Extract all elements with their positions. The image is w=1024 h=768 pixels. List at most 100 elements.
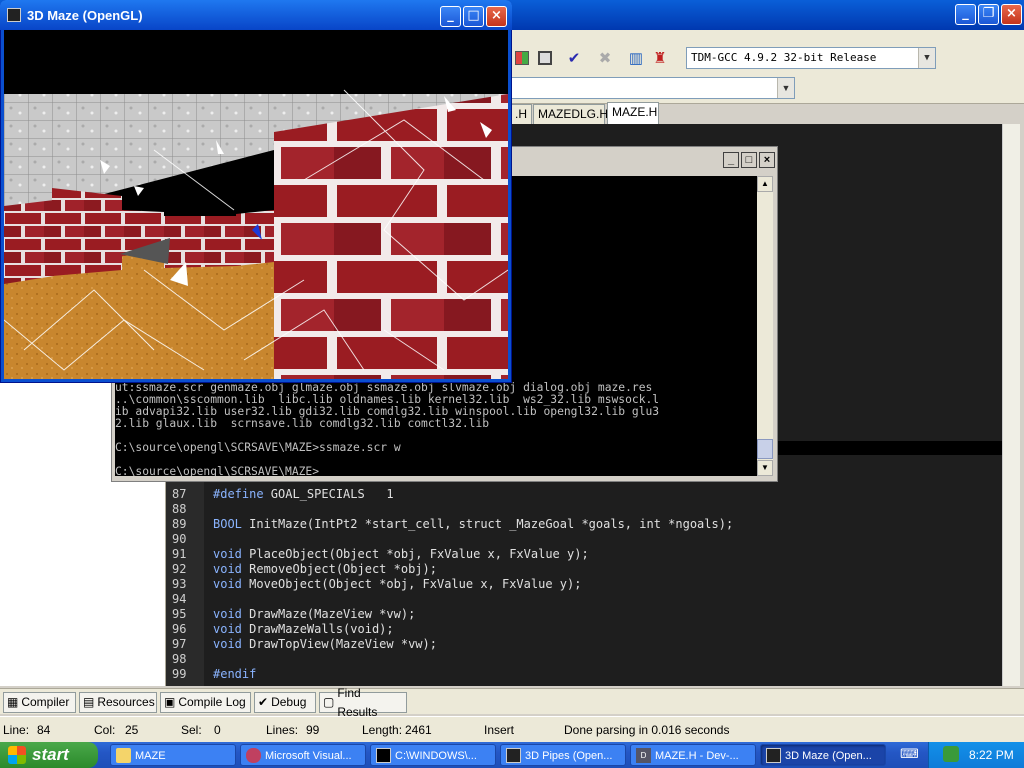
console-maximize-button[interactable]: □ — [741, 152, 757, 168]
tile-icon[interactable] — [534, 47, 556, 69]
status-lines-label: Lines: — [266, 723, 299, 737]
code-rest: PlaceObject(Object *obj, FxValue x, FxVa… — [249, 547, 589, 561]
log-icon: ▣ — [164, 695, 176, 709]
tab-label: MAZE.H — [612, 105, 658, 119]
console-line: C:\source\opengl\SCRSAVE\MAZE> — [115, 465, 320, 477]
tab-label: .H — [515, 107, 527, 121]
system-tray: 8:22 PM — [928, 742, 1024, 768]
task-3d-pipes[interactable]: 3D Pipes (Open... — [500, 744, 626, 766]
console-icon — [376, 748, 391, 763]
tab-label: Debug — [271, 695, 307, 709]
tab-h[interactable]: .H — [510, 104, 532, 124]
code-line[interactable]: 95 void DrawMaze(MazeView *vw); — [166, 607, 1002, 622]
resources-icon: ▤ — [83, 695, 95, 709]
check-icon: ✔ — [258, 695, 269, 709]
code-line[interactable]: 90 — [166, 532, 1002, 547]
task-3d-maze[interactable]: 3D Maze (Open... — [760, 744, 886, 766]
task-command-prompt[interactable]: C:\WINDOWS\... — [370, 744, 496, 766]
code-line[interactable]: 88 — [166, 502, 1002, 517]
function-select[interactable]: ▼ — [510, 77, 795, 99]
code-text: void DrawMaze(MazeView *vw); — [213, 607, 415, 622]
code-rest: MoveObject(Object *obj, FxValue x, FxVal… — [249, 577, 582, 591]
grid-icon[interactable] — [511, 47, 533, 69]
cross-icon[interactable]: ✖ — [594, 47, 616, 69]
code-line[interactable]: 96 void DrawMazeWalls(void); — [166, 622, 1002, 637]
dev-cpp-icon: D — [636, 748, 651, 763]
line-number: 89 — [172, 517, 187, 531]
keyboard-icon[interactable]: ⌨ — [900, 746, 919, 764]
profile-icon[interactable]: ♜ — [649, 47, 671, 69]
console-minimize-button[interactable]: _ — [723, 152, 739, 168]
code-text: void DrawTopView(MazeView *vw); — [213, 637, 437, 652]
task-visual-studio[interactable]: Microsoft Visual... — [240, 744, 366, 766]
code-line[interactable]: 89 BOOL InitMaze(IntPt2 *start_cell, stru… — [166, 517, 1002, 532]
scroll-down-icon[interactable]: ▼ — [757, 460, 773, 476]
maze-close-button[interactable]: × — [486, 6, 507, 27]
line-number: 92 — [172, 562, 187, 576]
start-button[interactable]: start — [0, 742, 98, 768]
compiler-select[interactable]: TDM-GCC 4.9.2 32-bit Release ▼ — [686, 47, 936, 69]
scroll-up-icon[interactable]: ▲ — [757, 176, 773, 192]
tab-label: Compiler — [21, 695, 70, 709]
tab-maze-h[interactable]: MAZE.H — [607, 102, 659, 124]
status-sel-label: Sel: — [181, 723, 202, 737]
ide-maximize-button[interactable]: ❐ — [978, 4, 999, 25]
console-close-button[interactable]: × — [759, 152, 775, 168]
tab-compile-log[interactable]: ▣ Compile Log — [160, 692, 251, 713]
maze-minimize-button[interactable]: _ — [440, 6, 461, 27]
network-icon[interactable] — [943, 746, 959, 762]
code-line[interactable]: 97 void DrawTopView(MazeView *vw); — [166, 637, 1002, 652]
maze-icon — [766, 748, 781, 763]
code-text: BOOL InitMaze(IntPt2 *start_cell, struct… — [213, 517, 733, 532]
start-label: start — [32, 745, 69, 764]
chevron-down-icon[interactable]: ▼ — [777, 78, 794, 98]
maze-app-icon — [7, 8, 21, 22]
task-maze-folder[interactable]: MAZE — [110, 744, 236, 766]
maze-scene — [4, 30, 508, 379]
maze-title-bar[interactable]: 3D Maze (OpenGL) _ □ × — [0, 0, 512, 30]
code-text: void RemoveObject(Object *obj); — [213, 562, 437, 577]
tab-find-results[interactable]: ▢ Find Results — [319, 686, 407, 719]
code-line[interactable]: 93 void MoveObject(Object *obj, FxValue x… — [166, 577, 1002, 592]
tab-debug[interactable]: ✔ Debug — [254, 692, 316, 713]
code-line[interactable]: 87 #define GOAL_SPECIALS 1 — [166, 487, 1002, 502]
clock[interactable]: 8:22 PM — [969, 748, 1014, 762]
status-message: Done parsing in 0.016 seconds — [564, 723, 730, 737]
find-icon: ▢ — [323, 695, 335, 709]
code-rest: GOAL_SPECIALS 1 — [270, 487, 394, 501]
console-line: C:\source\opengl\SCRSAVE\MAZE>ssmaze.scr… — [115, 441, 401, 454]
tab-mazedlg[interactable]: MAZEDLG.H — [533, 104, 609, 124]
status-col: 25 — [125, 723, 139, 737]
code-keyword: void — [213, 577, 250, 591]
tab-resources[interactable]: ▤ Resources — [79, 692, 157, 713]
code-text: void DrawMazeWalls(void); — [213, 622, 394, 637]
task-label: C:\WINDOWS\... — [395, 750, 477, 762]
code-line[interactable]: 91 void PlaceObject(Object *obj, FxValue … — [166, 547, 1002, 562]
task-dev-cpp[interactable]: D MAZE.H - Dev-... — [630, 744, 756, 766]
ide-minimize-button[interactable]: _ — [955, 4, 976, 25]
tab-compiler[interactable]: ▦ Compiler — [3, 692, 76, 713]
console-scrollbar[interactable]: ▲ ▼ — [757, 176, 773, 476]
code-line[interactable]: 99 #endif — [166, 667, 1002, 682]
maze-maximize-button[interactable]: □ — [463, 6, 484, 27]
editor-scrollbar[interactable] — [1002, 124, 1020, 686]
status-length: 2461 — [405, 723, 432, 737]
task-label: 3D Maze (Open... — [785, 750, 872, 762]
code-text: void MoveObject(Object *obj, FxValue x, … — [213, 577, 581, 592]
chart-icon[interactable]: ▥ — [625, 47, 647, 69]
code-keyword: void — [213, 622, 250, 636]
check-icon[interactable]: ✔ — [563, 47, 585, 69]
line-number: 97 — [172, 637, 187, 651]
line-number: 93 — [172, 577, 187, 591]
code-rest: RemoveObject(Object *obj); — [249, 562, 437, 576]
code-line[interactable]: 98 — [166, 652, 1002, 667]
code-line[interactable]: 92 void RemoveObject(Object *obj); — [166, 562, 1002, 577]
code-keyword: #endif — [213, 667, 257, 681]
chevron-down-icon[interactable]: ▼ — [918, 48, 935, 68]
tab-label: Compile Log — [178, 695, 246, 709]
console-scroll-thumb[interactable] — [757, 439, 773, 459]
tab-label: MAZEDLG.H — [538, 107, 609, 121]
code-line[interactable]: 94 — [166, 592, 1002, 607]
ide-close-button[interactable]: × — [1001, 4, 1022, 25]
maze-3d-viewport[interactable] — [4, 30, 508, 379]
